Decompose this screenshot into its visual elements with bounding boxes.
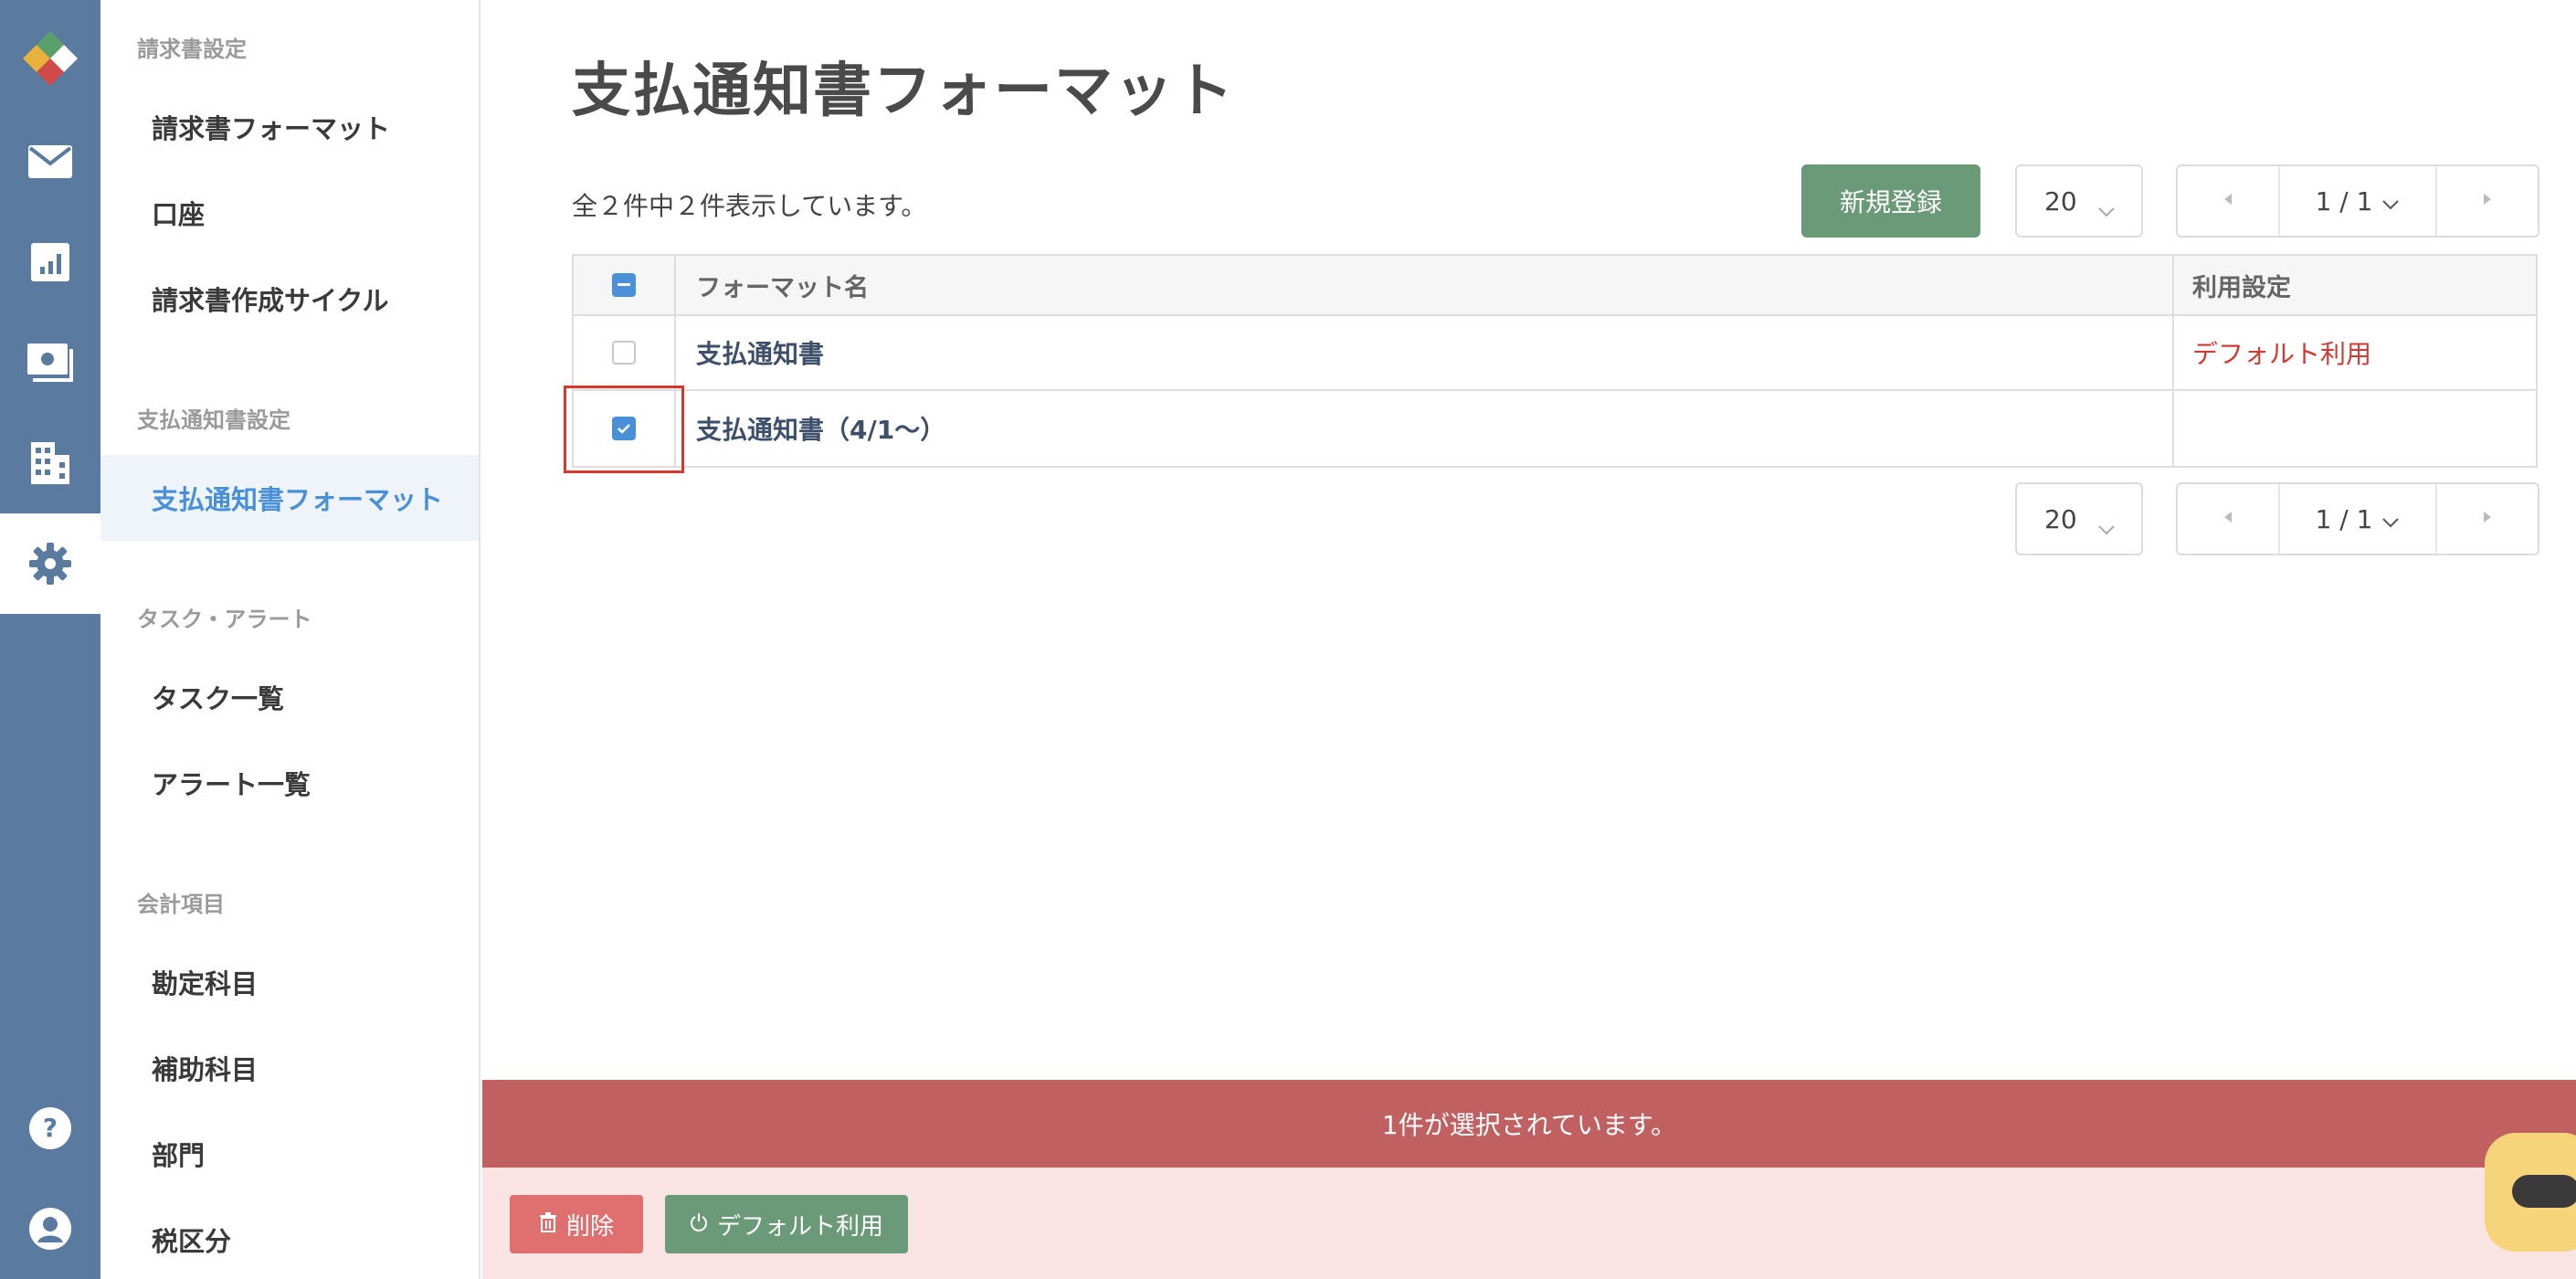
chart-icon [31,243,69,281]
rail-payments[interactable] [0,312,100,413]
sidebar-item-bank-account[interactable]: 口座 [100,170,479,256]
mail-icon [28,145,72,178]
settings-sidebar: 請求書設定 請求書フォーマット 口座 請求書作成サイクル 支払通知書設定 支払通… [100,0,480,1279]
sidebar-item-alert-list[interactable]: アラート一覧 [100,740,479,826]
rail-account[interactable] [0,1179,100,1279]
table-row[interactable]: 支払通知書（4/1〜） [574,391,2536,466]
table-header-row: フォーマット名 利用設定 [574,256,2536,316]
page-indicator: 1 / 1 [2315,503,2373,534]
chevron-down-icon [2381,186,2400,217]
caret-right-icon [2482,510,2493,528]
help-icon: ? [29,1107,71,1149]
gear-icon [27,541,73,587]
sidebar-item-invoice-format[interactable]: 請求書フォーマット [100,84,479,170]
prev-page-button[interactable] [2178,166,2278,236]
rail-settings[interactable] [0,513,100,614]
column-header-usage[interactable]: 利用設定 [2174,256,2536,314]
format-table: フォーマット名 利用設定 支払通知書 デフォルト利用 支払通知書（4/1〜） [572,254,2538,468]
row-checkbox[interactable] [612,341,636,365]
selection-message: 1件が選択されています。 [1381,1110,1677,1140]
caret-left-icon [2222,192,2233,210]
delete-button-label: 削除 [565,1211,614,1240]
select-all-checkbox[interactable] [612,273,636,297]
page-select[interactable]: 1 / 1 [2278,484,2437,554]
app-logo[interactable] [20,27,80,88]
power-icon [690,1210,708,1239]
sidebar-section-invoice: 請求書設定 [137,37,247,62]
format-name[interactable]: 支払通知書（4/1〜） [676,391,2174,466]
rail-reports[interactable] [0,212,100,312]
select-all-cell [574,256,676,314]
action-bar: 削除 デフォルト利用 [482,1168,2576,1279]
user-icon [29,1208,71,1250]
usage-setting: デフォルト利用 [2192,339,2372,369]
app-rail: ? [0,0,100,1279]
table-row[interactable]: 支払通知書 デフォルト利用 [574,316,2536,391]
usage-setting [2174,391,2536,466]
sidebar-item-department[interactable]: 部門 [100,1111,479,1197]
per-page-select-bottom[interactable]: 20 [2015,482,2143,555]
sidebar-item-payment-notice-format[interactable]: 支払通知書フォーマット [100,455,479,541]
result-count: 全２件中２件表示しています。 [572,191,927,221]
chevron-down-icon [2097,194,2116,224]
set-default-button-label: デフォルト利用 [716,1211,883,1240]
prev-page-button[interactable] [2178,484,2278,554]
per-page-value: 20 [2044,185,2077,217]
trash-icon [539,1210,557,1239]
new-register-button[interactable]: 新規登録 [1801,164,1980,238]
selection-highlight [564,386,684,473]
row-checkbox-cell [574,316,676,389]
sidebar-section-accounting: 会計項目 [137,892,225,917]
delete-button[interactable]: 削除 [510,1195,643,1253]
chevron-down-icon [2381,504,2400,534]
pagination-top: 1 / 1 [2176,164,2539,238]
sidebar-item-sub-account[interactable]: 補助科目 [100,1025,479,1111]
payment-icon [27,344,73,382]
page-select[interactable]: 1 / 1 [2278,166,2437,236]
selection-bar: 1件が選択されています。 [482,1080,2576,1168]
caret-right-icon [2482,192,2493,210]
next-page-button[interactable] [2437,166,2538,236]
caret-left-icon [2222,510,2233,528]
chevron-down-icon [2097,512,2116,542]
rail-mail[interactable] [0,111,100,212]
sidebar-item-task-list[interactable]: タスク一覧 [100,654,479,740]
column-header-format-name[interactable]: フォーマット名 [676,256,2174,314]
page-title: 支払通知書フォーマット [572,58,1235,125]
sidebar-section-payment-notice: 支払通知書設定 [137,407,290,433]
chat-icon [2512,1175,2576,1208]
next-page-button[interactable] [2437,484,2538,554]
chat-support-button[interactable] [2485,1133,2576,1252]
sidebar-item-tax-category[interactable]: 税区分 [100,1197,479,1279]
per-page-select[interactable]: 20 [2015,164,2143,238]
per-page-value: 20 [2044,503,2077,534]
format-name[interactable]: 支払通知書 [676,316,2174,389]
sidebar-item-invoice-cycle[interactable]: 請求書作成サイクル [100,256,479,342]
sidebar-section-task-alert: タスク・アラート [137,607,312,632]
page-indicator: 1 / 1 [2315,185,2373,217]
rail-help[interactable]: ? [0,1078,100,1179]
pagination-bottom: 1 / 1 [2176,482,2539,555]
svg-text:?: ? [43,1113,58,1143]
rail-company[interactable] [0,413,100,513]
building-icon [31,442,69,484]
set-default-button[interactable]: デフォルト利用 [665,1195,908,1253]
sidebar-item-account-title[interactable]: 勘定科目 [100,939,479,1025]
